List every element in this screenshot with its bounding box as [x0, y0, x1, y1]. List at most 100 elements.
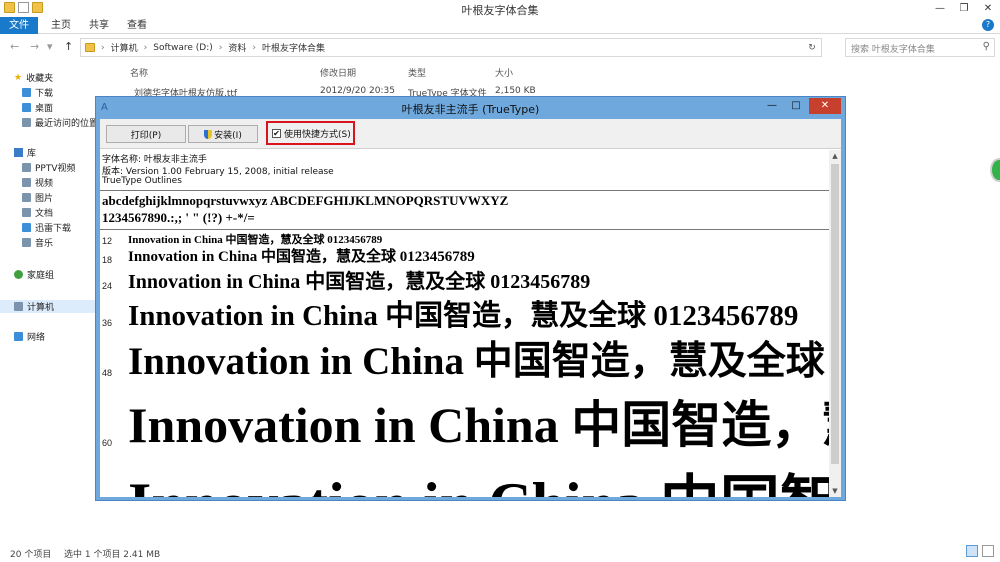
video-icon [22, 178, 31, 187]
breadcrumb-separator-icon: › [143, 42, 148, 53]
nav-thunder-downloads[interactable]: 迅雷下载 [22, 221, 71, 234]
computer-icon [14, 302, 23, 311]
sample-size-label: 48 [102, 368, 113, 378]
documents-icon [22, 208, 31, 217]
breadcrumb-current-folder[interactable]: 叶根友字体合集 [262, 41, 325, 54]
nav-pictures[interactable]: 图片 [22, 191, 53, 204]
sample-size-label: 12 [102, 236, 113, 246]
recent-dropdown-icon[interactable]: ▾ [47, 40, 53, 53]
video-library-icon [22, 163, 31, 172]
shield-icon [204, 129, 213, 139]
nav-documents[interactable]: 文档 [22, 206, 53, 219]
refresh-icon[interactable]: ↻ [803, 43, 821, 53]
use-shortcut-checkbox[interactable]: ✔ 使用快捷方式(S) [266, 121, 355, 145]
nav-videos[interactable]: 视频 [22, 176, 53, 189]
file-list-header: 名称 修改日期 类型 大小 [118, 62, 998, 80]
side-float-button[interactable] [990, 158, 1000, 182]
dialog-maximize-button[interactable]: □ [785, 98, 807, 114]
font-viewer-dialog: A 叶根友非主流手 (TrueType) — □ ✕ 打印(P) 安装(I) ✔… [95, 96, 846, 501]
digits-sample: 1234567890.:,; ' " (!?) +-*/= [102, 210, 255, 225]
star-icon: ★ [14, 73, 23, 83]
breadcrumb-separator-icon: › [252, 42, 256, 53]
dialog-titlebar: A 叶根友非主流手 (TrueType) — □ ✕ [96, 97, 845, 119]
file-size: 2,150 KB [495, 86, 536, 96]
sample-text: Innovation in China 中国智造，慧及全球 0123456789 [128, 397, 829, 453]
nav-homegroup[interactable]: 家庭组 [14, 268, 54, 281]
nav-music[interactable]: 音乐 [22, 236, 53, 249]
tab-file[interactable]: 文件 [0, 17, 38, 34]
folder-icon [85, 43, 95, 52]
ribbon-tabs: 文件 主页 共享 查看 ? [0, 17, 1000, 34]
window-title: 叶根友字体合集 [461, 4, 539, 17]
breadcrumb-computer[interactable]: 计算机 [111, 41, 138, 54]
file-date: 2012/9/20 20:35 [320, 86, 395, 96]
search-placeholder: 搜索 叶根友字体合集 [851, 45, 935, 55]
item-count: 20 个项目 [10, 550, 52, 560]
downloads-icon [22, 88, 31, 97]
status-bar: 20 个项目 选中 1 个项目 2.41 MB [0, 540, 1000, 562]
nav-favorites[interactable]: ★ 收藏夹 [14, 71, 53, 84]
nav-libraries[interactable]: 库 [14, 146, 36, 159]
back-button[interactable]: ← [10, 40, 19, 53]
details-view-icon[interactable] [966, 545, 978, 557]
nav-recent[interactable]: 最近访问的位置 [22, 116, 98, 129]
tab-share[interactable]: 共享 [86, 17, 112, 34]
tab-view[interactable]: 查看 [124, 17, 150, 34]
sample-text: Innovation in China 中国智造，慧及全球 0123456789 [128, 249, 475, 265]
help-icon[interactable]: ? [982, 19, 994, 31]
thunder-icon [22, 223, 31, 232]
large-icons-view-icon[interactable] [982, 545, 994, 557]
sample-row-12: 12 Innovation in China 中国智造，慧及全球 0123456… [100, 234, 829, 248]
dialog-toolbar: 打印(P) 安装(I) ✔ 使用快捷方式(S) [100, 119, 841, 149]
sample-row-36: 36 Innovation in China 中国智造，慧及全球 0123456… [100, 298, 829, 334]
explorer-titlebar: 叶根友字体合集 — ❐ ✕ [0, 0, 1000, 17]
nav-pptv[interactable]: PPTV视频 [22, 161, 76, 174]
dialog-close-button[interactable]: ✕ [809, 98, 841, 114]
font-outline-line: TrueType Outlines [102, 176, 182, 186]
library-icon [14, 148, 23, 157]
sample-text: Innovation in China 中国智造，慧及全球 0123456789 [128, 474, 829, 497]
homegroup-icon [14, 270, 23, 279]
scroll-thumb[interactable] [831, 164, 839, 464]
print-button[interactable]: 打印(P) [106, 125, 186, 143]
alphabet-sample: abcdefghijklmnopqrstuvwxyz ABCDEFGHIJKLM… [102, 193, 509, 208]
breadcrumb-separator-icon: › [218, 42, 223, 53]
column-size[interactable]: 大小 [495, 66, 513, 79]
nav-desktop[interactable]: 桌面 [22, 101, 53, 114]
minimize-button[interactable]: — [928, 0, 952, 17]
forward-button[interactable]: → [30, 40, 39, 53]
nav-downloads[interactable]: 下载 [22, 86, 53, 99]
use-shortcut-label: 使用快捷方式(S) [284, 129, 351, 140]
dialog-minimize-button[interactable]: — [761, 98, 783, 114]
scroll-up-icon[interactable]: ▲ [829, 150, 841, 162]
column-date[interactable]: 修改日期 [320, 66, 356, 79]
close-button[interactable]: ✕ [976, 0, 1000, 17]
address-bar[interactable]: › 计算机 › Software (D:) › 资料 › 叶根友字体合集 ↻ [80, 38, 822, 57]
tab-home[interactable]: 主页 [48, 17, 74, 34]
search-icon[interactable]: ⚲ [983, 41, 990, 52]
maximize-button[interactable]: ❐ [952, 0, 976, 17]
vertical-scrollbar[interactable]: ▲ ▼ [829, 150, 841, 497]
nav-network[interactable]: 网络 [14, 330, 45, 343]
sample-row-72: Innovation in China 中国智造，慧及全球 0123456789 [100, 466, 829, 497]
sample-row-18: 18 Innovation in China 中国智造，慧及全球 0123456… [100, 248, 829, 268]
dialog-client: 打印(P) 安装(I) ✔ 使用快捷方式(S) 字体名称: 叶根友非主流手 版本… [100, 119, 841, 497]
breadcrumb-drive[interactable]: Software (D:) [153, 43, 213, 53]
breadcrumb-folder-docs[interactable]: 资料 [228, 41, 246, 54]
divider [100, 229, 829, 230]
sample-row-48: 48 Innovation in China 中国智造，慧及全球 0123456… [100, 338, 829, 388]
sample-size-label: 18 [102, 255, 113, 265]
checkbox-checked-icon[interactable]: ✔ [272, 128, 281, 138]
sample-text: Innovation in China 中国智造，慧及全球 0123456789 [128, 271, 591, 293]
sample-size-label: 60 [102, 438, 113, 448]
column-name[interactable]: 名称 [130, 66, 148, 79]
search-input[interactable]: 搜索 叶根友字体合集 ⚲ [845, 38, 995, 57]
column-type[interactable]: 类型 [408, 66, 426, 79]
breadcrumb-separator-icon: › [101, 42, 105, 53]
install-button[interactable]: 安装(I) [188, 125, 258, 143]
sample-size-label: 36 [102, 318, 113, 328]
font-preview-area[interactable]: 字体名称: 叶根友非主流手 版本: Version 1.00 February … [100, 150, 829, 497]
divider [100, 190, 829, 191]
scroll-down-icon[interactable]: ▼ [829, 485, 841, 497]
up-button[interactable]: ↑ [64, 40, 73, 53]
